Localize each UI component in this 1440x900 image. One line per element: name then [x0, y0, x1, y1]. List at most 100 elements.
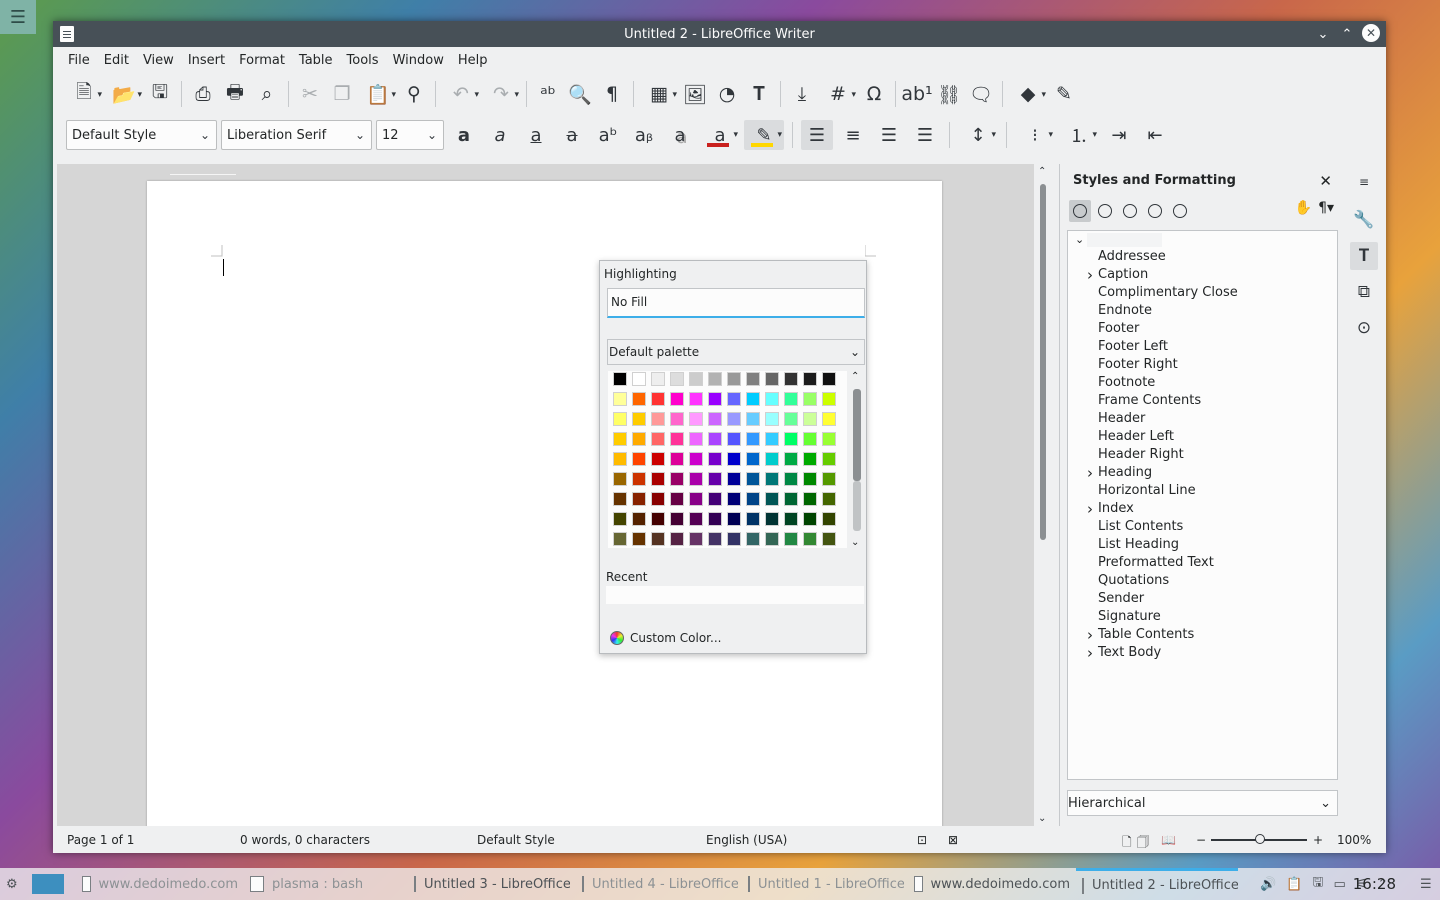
color-swatch[interactable] — [708, 432, 722, 446]
style-filter-select[interactable]: Hierarchical ⌄ — [1067, 790, 1338, 816]
color-swatch[interactable] — [746, 472, 760, 486]
menu-format[interactable]: Format — [232, 53, 292, 68]
strikethrough-icon[interactable]: a — [556, 120, 588, 150]
color-swatch[interactable] — [803, 432, 817, 446]
color-swatch[interactable] — [746, 372, 760, 386]
insert-footnote-icon[interactable]: ab¹ — [901, 79, 932, 109]
style-item[interactable]: Preformatted Text — [1098, 555, 1214, 570]
cut-icon[interactable]: ✂ — [295, 79, 325, 109]
basic-shapes-icon[interactable]: ◆ — [1009, 79, 1047, 109]
color-swatch[interactable] — [689, 412, 703, 426]
color-swatch[interactable] — [613, 512, 627, 526]
new-style-menu-icon[interactable]: ¶▾ — [1318, 200, 1334, 216]
color-swatch[interactable] — [613, 412, 627, 426]
spelling-icon[interactable]: ᵃᵇ — [533, 79, 563, 109]
color-swatch[interactable] — [784, 412, 798, 426]
pager[interactable] — [32, 868, 66, 900]
style-item[interactable]: Sender — [1098, 591, 1144, 606]
export-pdf-icon[interactable]: ⎙ — [188, 79, 218, 109]
style-item[interactable]: Frame Contents — [1098, 393, 1201, 408]
color-swatch[interactable] — [651, 452, 665, 466]
redo-icon[interactable]: ↷ — [482, 79, 520, 109]
status-page-style[interactable]: Default Style — [477, 833, 555, 847]
scroll-up-icon[interactable]: ⌃ — [1038, 166, 1046, 177]
multi-page-view-icon[interactable]: 🗍 — [1137, 833, 1149, 854]
insert-image-icon[interactable]: 🖼 — [680, 79, 710, 109]
task-item[interactable]: www.dedoimedo.com — [76, 868, 238, 900]
selection-mode-icon[interactable]: ⊡ — [917, 833, 927, 847]
justify-icon[interactable]: ☰ — [909, 120, 941, 150]
menu-help[interactable]: Help — [451, 53, 495, 68]
list-styles-icon[interactable] — [1169, 200, 1191, 222]
volume-icon[interactable]: 🔊 — [1260, 877, 1276, 892]
style-item[interactable]: List Heading — [1098, 537, 1179, 552]
color-swatch[interactable] — [670, 432, 684, 446]
color-swatch[interactable] — [784, 492, 798, 506]
color-swatch[interactable] — [803, 472, 817, 486]
application-launcher-icon[interactable]: ⚙ — [0, 868, 30, 900]
chevron-right-icon[interactable]: › — [1087, 268, 1093, 283]
color-swatch[interactable] — [784, 452, 798, 466]
color-swatch[interactable] — [689, 452, 703, 466]
color-swatch[interactable] — [765, 452, 779, 466]
color-swatch[interactable] — [708, 412, 722, 426]
color-swatch[interactable] — [689, 432, 703, 446]
no-fill-button[interactable]: No Fill — [607, 288, 865, 318]
style-item[interactable]: Footer Left — [1098, 339, 1168, 354]
clone-formatting-icon[interactable]: ⚲ — [399, 79, 429, 109]
color-swatch[interactable] — [727, 472, 741, 486]
color-swatch[interactable] — [803, 452, 817, 466]
align-center-icon[interactable]: ≡ — [837, 120, 869, 150]
page-break-icon[interactable]: ⤓ — [787, 79, 817, 109]
color-swatch[interactable] — [613, 472, 627, 486]
menu-tools[interactable]: Tools — [340, 53, 386, 68]
scroll-up-icon[interactable]: ⌃ — [851, 371, 859, 382]
device-icon[interactable]: 🖫 — [1312, 873, 1323, 895]
style-item[interactable]: Endnote — [1098, 303, 1152, 318]
color-swatch[interactable] — [689, 512, 703, 526]
color-swatch[interactable] — [803, 492, 817, 506]
style-tree[interactable]: ⌄ Addressee › Caption Complimentary Close En… — [1067, 230, 1338, 780]
color-swatch[interactable] — [746, 492, 760, 506]
style-item[interactable]: Header — [1098, 411, 1145, 426]
paragraph-styles-icon[interactable] — [1069, 200, 1091, 222]
style-item[interactable]: Footer Right — [1098, 357, 1178, 372]
color-swatch[interactable] — [765, 392, 779, 406]
color-swatch[interactable] — [822, 532, 836, 546]
align-left-icon[interactable]: ☰ — [801, 120, 833, 150]
color-swatch[interactable] — [670, 532, 684, 546]
chevron-right-icon[interactable]: › — [1087, 466, 1093, 481]
copy-icon[interactable]: ❐ — [327, 79, 357, 109]
styles-icon[interactable]: 𝐓 — [1350, 242, 1378, 270]
color-swatch[interactable] — [670, 472, 684, 486]
color-swatch[interactable] — [727, 372, 741, 386]
color-swatch[interactable] — [727, 532, 741, 546]
chevron-right-icon[interactable]: › — [1087, 646, 1093, 661]
page-styles-icon[interactable] — [1144, 200, 1166, 222]
style-item[interactable]: Signature — [1098, 609, 1161, 624]
color-swatch[interactable] — [632, 372, 646, 386]
color-swatch[interactable] — [708, 452, 722, 466]
color-swatch[interactable] — [784, 392, 798, 406]
style-item[interactable]: Text Body — [1098, 645, 1161, 660]
chevron-right-icon[interactable]: › — [1087, 502, 1093, 517]
color-swatch[interactable] — [632, 392, 646, 406]
color-swatch[interactable] — [670, 392, 684, 406]
color-swatch[interactable] — [746, 452, 760, 466]
insert-textbox-icon[interactable]: 𝐓 — [744, 79, 774, 109]
color-swatch[interactable] — [670, 372, 684, 386]
color-swatch[interactable] — [746, 512, 760, 526]
task-item[interactable]: Untitled 4 - LibreOffice — [576, 868, 738, 900]
save-icon[interactable]: 🖫 — [145, 79, 175, 109]
italic-icon[interactable]: a — [484, 120, 516, 150]
style-item[interactable]: Caption — [1098, 267, 1148, 282]
menu-insert[interactable]: Insert — [181, 53, 232, 68]
zoom-out-icon[interactable]: − — [1196, 833, 1206, 847]
properties-icon[interactable]: 🔧 — [1350, 206, 1378, 234]
panel-menu-icon[interactable]: ☰ — [1414, 868, 1432, 900]
color-swatch[interactable] — [784, 472, 798, 486]
color-swatch[interactable] — [613, 532, 627, 546]
color-swatch[interactable] — [632, 452, 646, 466]
color-swatch[interactable] — [708, 372, 722, 386]
book-view-icon[interactable]: 📖 — [1161, 833, 1176, 847]
